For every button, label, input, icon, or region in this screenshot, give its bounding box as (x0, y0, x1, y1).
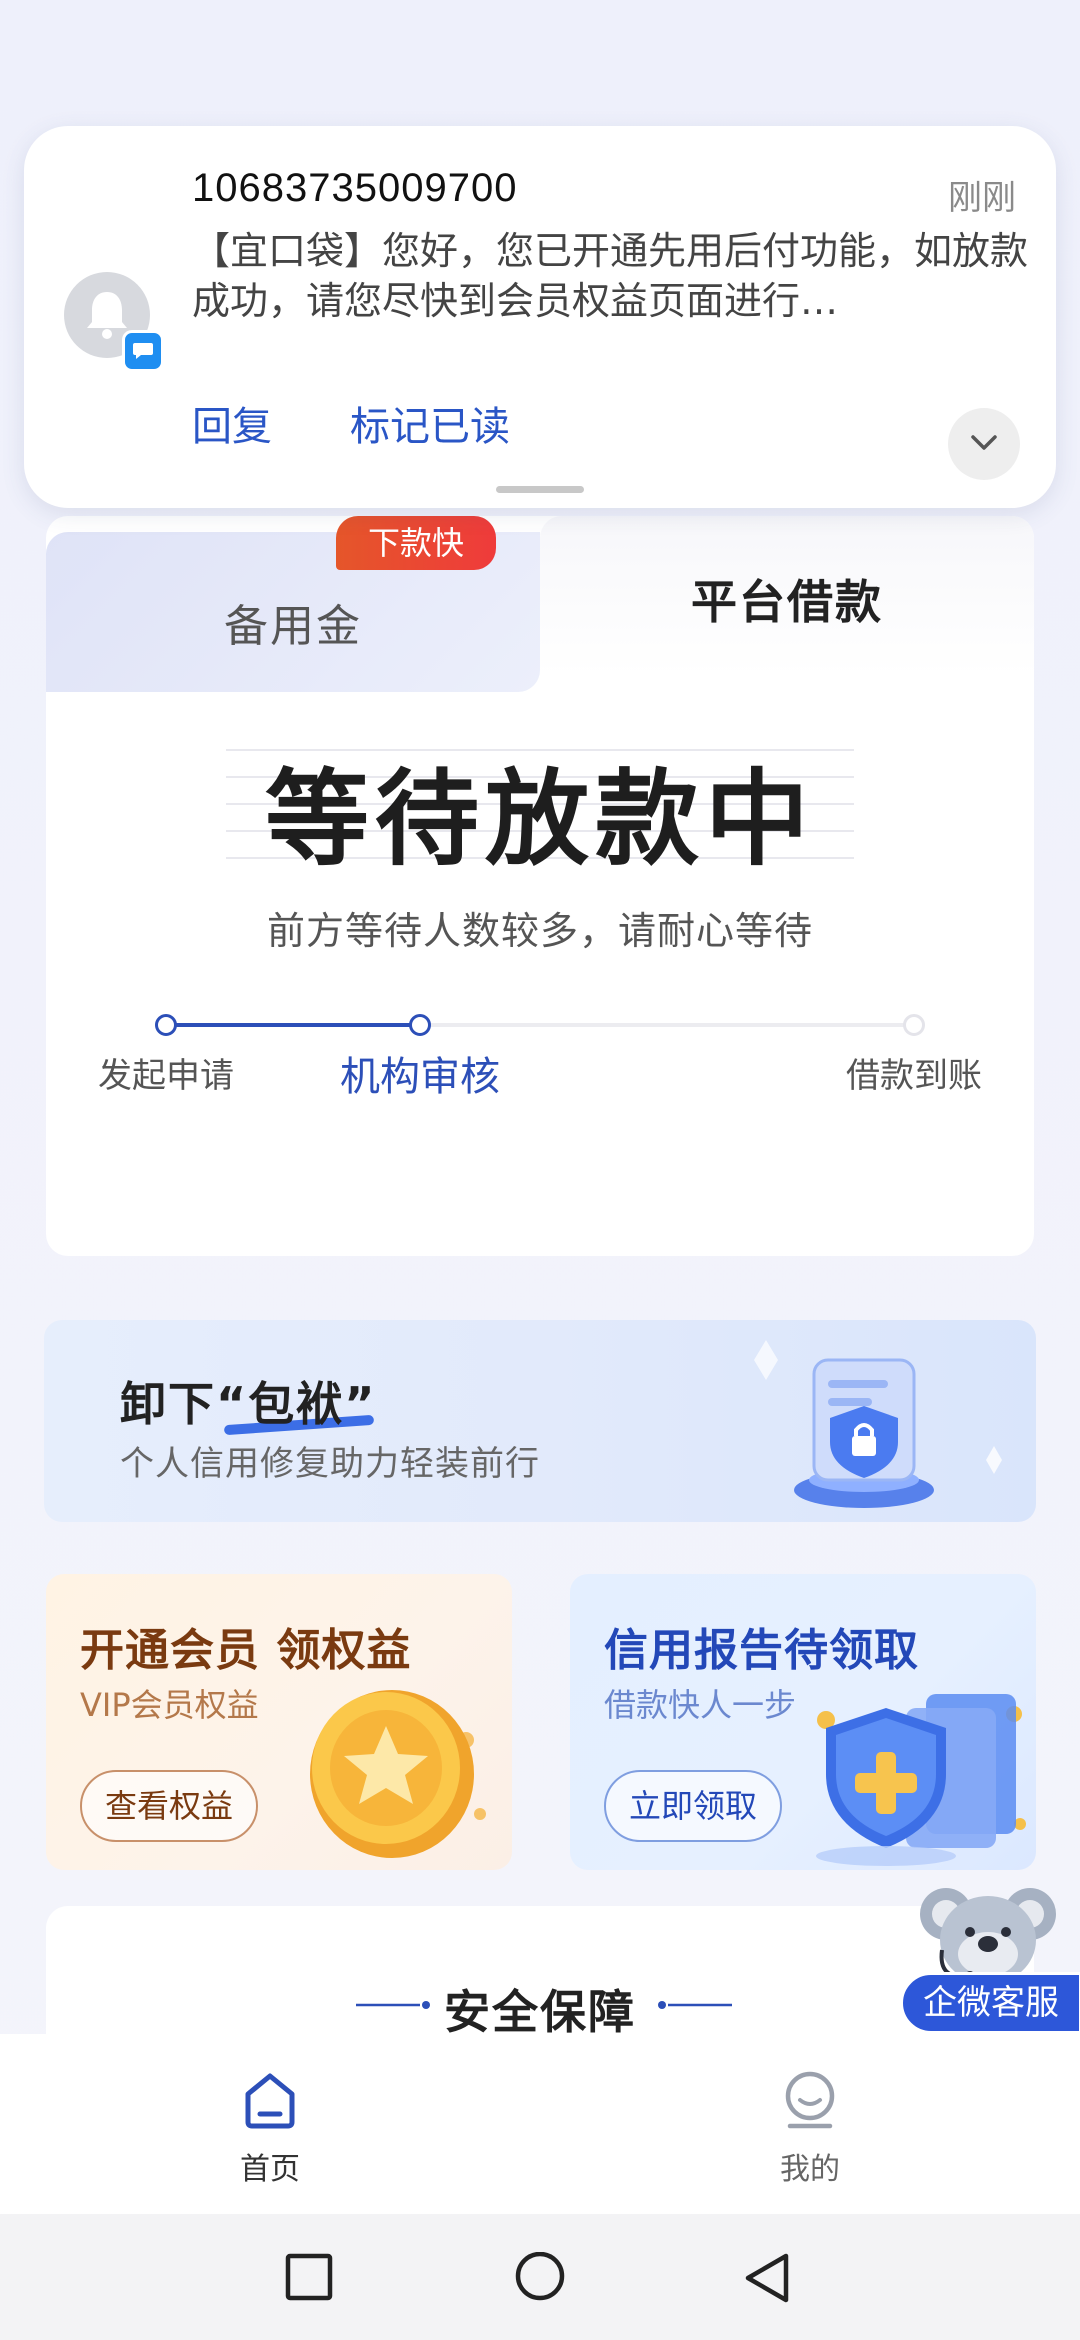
security-title: 安全保障 (444, 1985, 636, 2039)
tab-platform-label: 平台借款 (691, 575, 883, 629)
status-title: 等待放款中 (264, 758, 815, 880)
notification-body: 【宜口袋】您好，您已开通先用后付功能，如放款成功，请您尽快到会员权益页面进行… (192, 229, 1029, 323)
claim-now-button[interactable]: 立即领取 (604, 1770, 782, 1842)
vip-card-subtitle: VIP会员权益 (80, 1686, 259, 1724)
expand-button[interactable] (948, 408, 1020, 480)
message-badge-icon (122, 330, 164, 372)
nav-mine-label: 我的 (780, 2152, 840, 2187)
progress-line-done (166, 1023, 420, 1027)
shield-plus-icon (816, 1694, 1026, 1866)
credit-repair-banner[interactable]: 卸下“包袱” 个人信用修复助力轻装前行 (44, 1320, 1036, 1522)
banner-subtitle: 个人信用修复助力轻装前行 (120, 1444, 540, 1484)
vip-card[interactable]: 开通会员 领权益 VIP会员权益 查看权益 (46, 1574, 512, 1870)
step-dot-apply (155, 1014, 177, 1036)
bottom-navigation: 首页 我的 (0, 2034, 1080, 2214)
step-dot-arrival (903, 1014, 925, 1036)
chevron-down-icon (971, 435, 997, 450)
customer-service-button[interactable]: 企微客服 (900, 1972, 1080, 2034)
home-icon (245, 2073, 295, 2129)
step-dot-review (409, 1014, 431, 1036)
credit-report-card[interactable]: 信用报告待领取 借款快人一步 立即领取 (570, 1574, 1036, 1870)
title-right-decoration (658, 2001, 732, 2009)
banner-title: 卸下“包袱” (120, 1377, 377, 1431)
step-label-review: 机构审核 (340, 1054, 500, 1100)
step-label-apply: 发起申请 (98, 1056, 234, 1096)
nav-home[interactable]: 首页 (150, 2034, 390, 2214)
home-circle-icon[interactable] (512, 2252, 568, 2308)
drag-handle[interactable] (496, 486, 584, 493)
shield-lock-icon (754, 1340, 1002, 1508)
bell-icon (87, 292, 127, 339)
credit-card-title: 信用报告待领取 (604, 1625, 919, 1676)
profile-icon (785, 2071, 835, 2129)
fast-loan-badge: 下款快 (336, 516, 496, 570)
tab-reserve-label: 备用金 (224, 601, 362, 652)
view-benefits-button[interactable]: 查看权益 (80, 1770, 258, 1842)
loan-status-card: 备用金 平台借款 下款快 等待放款中 前方等待人数较多，请耐心等待 发起申请 机… (46, 516, 1034, 1256)
step-label-arrival: 借款到账 (846, 1056, 982, 1096)
reply-button[interactable]: 回复 (192, 394, 272, 452)
back-icon[interactable] (742, 2252, 792, 2306)
notification-time: 刚刚 (948, 178, 1016, 218)
status-subtitle: 前方等待人数较多，请耐心等待 (266, 909, 813, 953)
nav-mine[interactable]: 我的 (690, 2034, 930, 2214)
system-navigation-bar (0, 2214, 1080, 2340)
tab-platform-loan[interactable]: 平台借款 (540, 516, 1034, 676)
sms-notification[interactable]: 10683735009700 刚刚 【宜口袋】您好，您已开通先用后付功能，如放款… (24, 126, 1056, 508)
mark-read-button[interactable]: 标记已读 (350, 394, 510, 452)
credit-card-subtitle: 借款快人一步 (604, 1686, 797, 1724)
progress-line-pending (420, 1023, 910, 1027)
notification-sender: 10683735009700 (192, 166, 518, 210)
nav-home-label: 首页 (240, 2152, 300, 2187)
star-coin-icon (310, 1690, 486, 1858)
recents-icon[interactable] (284, 2252, 334, 2302)
